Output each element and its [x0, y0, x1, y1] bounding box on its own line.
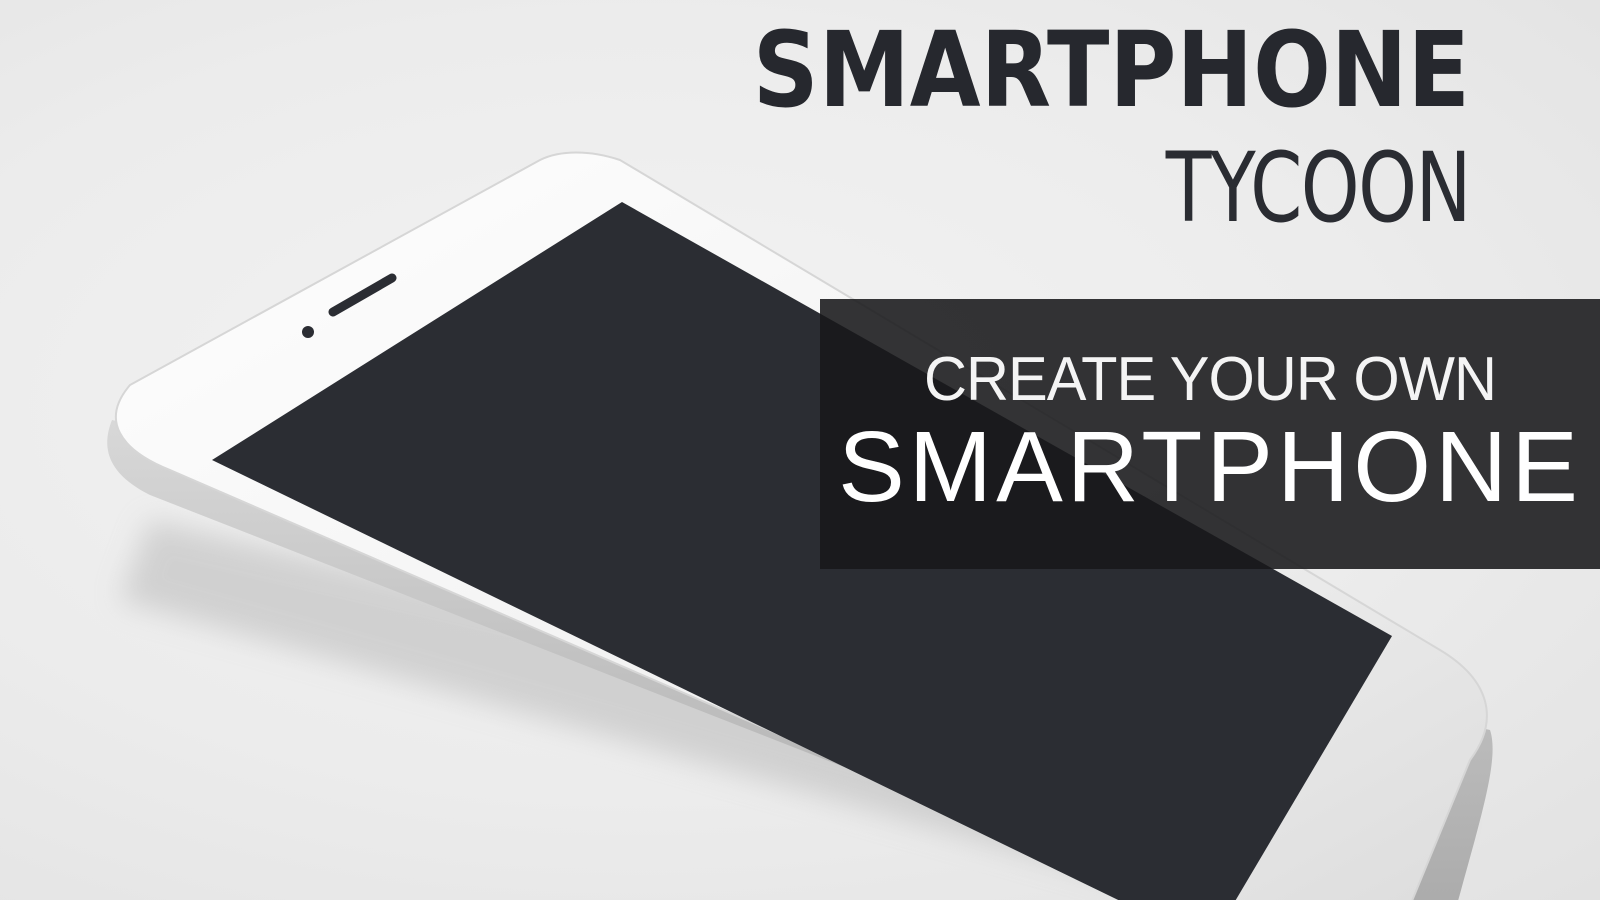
tagline-banner: CREATE YOUR OWN SMARTPHONE — [820, 299, 1600, 569]
game-title: SMARTPHONE TYCOON — [655, 9, 1472, 244]
tagline-line2: SMARTPHONE — [838, 411, 1582, 523]
title-main: SMARTPHONE — [752, 9, 1470, 131]
front-camera-icon — [302, 326, 314, 338]
title-sub: TYCOON — [1165, 132, 1472, 244]
tagline-line1: CREATE YOUR OWN — [923, 345, 1497, 414]
